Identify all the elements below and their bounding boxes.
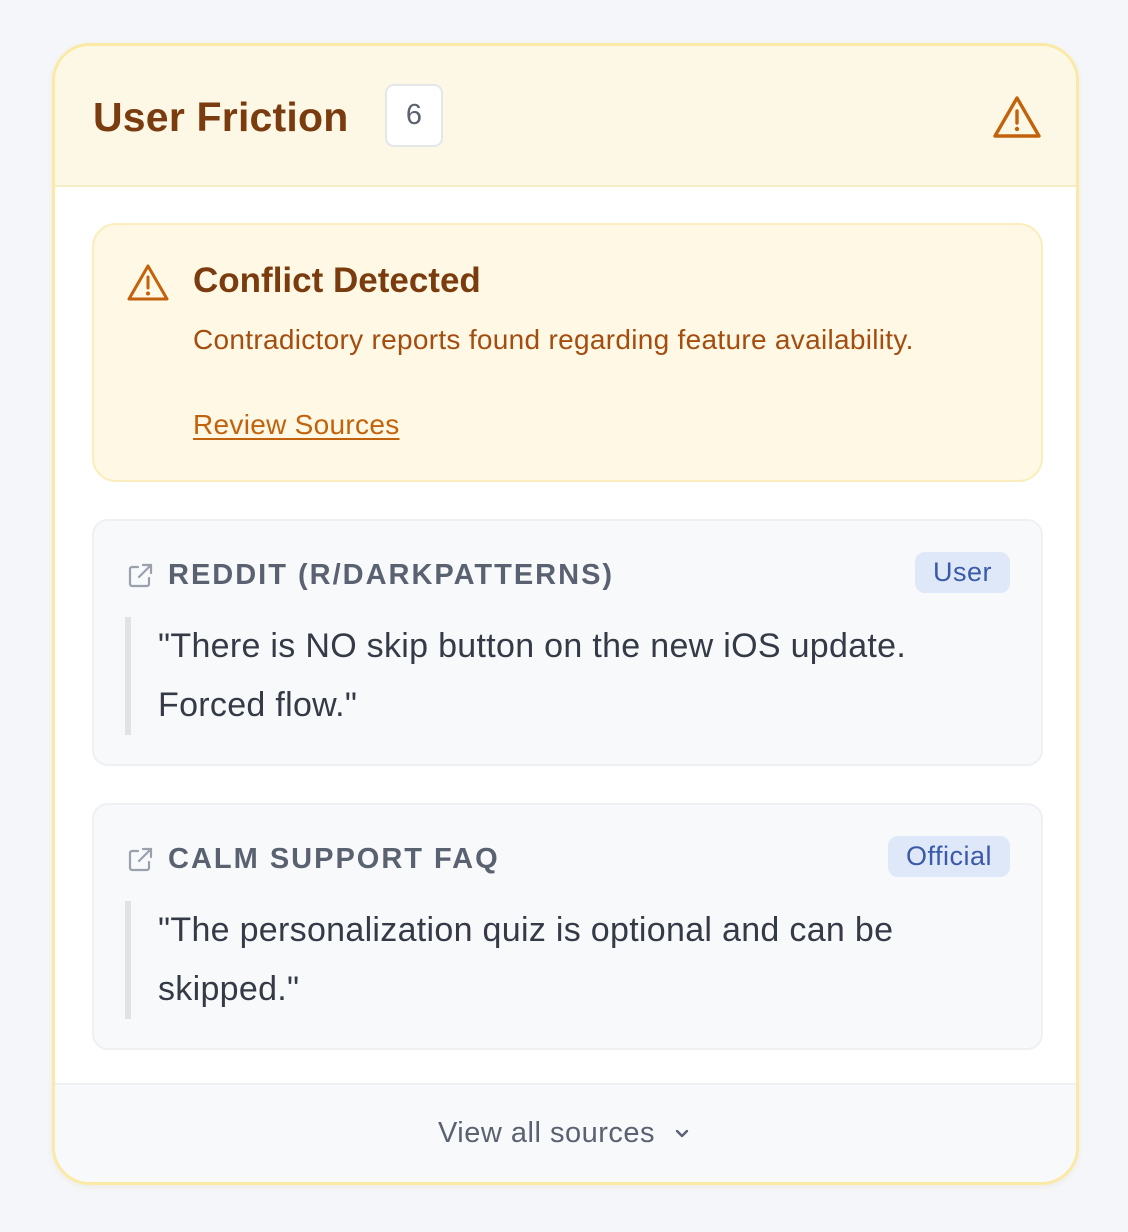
external-link-icon[interactable] <box>126 846 154 874</box>
source-card: CALM SUPPORT FAQ Official "The personali… <box>92 803 1043 1050</box>
source-quote: "The personalization quiz is optional an… <box>125 901 1005 1019</box>
source-type-badge: User <box>914 552 1010 593</box>
card-header: User Friction 6 <box>55 46 1076 187</box>
source-name: REDDIT (R/DARKPATTERNS) <box>168 559 615 591</box>
external-link-icon[interactable] <box>126 562 154 590</box>
chevron-down-icon <box>675 1129 689 1137</box>
source-quote: "There is NO skip button on the new iOS … <box>125 617 1005 735</box>
conflict-description: Contradictory reports found regarding fe… <box>193 324 914 355</box>
warning-triangle-icon <box>993 96 1041 138</box>
source-name: CALM SUPPORT FAQ <box>168 843 500 875</box>
view-all-sources-label: View all sources <box>437 1117 655 1149</box>
source-card: REDDIT (R/DARKPATTERNS) User "There is N… <box>92 519 1043 766</box>
conflict-alert: Conflict Detected Contradictory reports … <box>92 223 1043 482</box>
count-badge: 6 <box>385 84 443 147</box>
source-type-badge: Official <box>887 836 1010 877</box>
warning-triangle-icon <box>127 264 169 301</box>
view-all-sources-button[interactable]: View all sources <box>55 1083 1076 1182</box>
card-title: User Friction <box>93 94 349 140</box>
user-friction-card: User Friction 6 Conflict Detected Contra… <box>52 43 1079 1185</box>
review-sources-link[interactable]: Review Sources <box>193 409 400 441</box>
conflict-title: Conflict Detected <box>193 261 481 300</box>
